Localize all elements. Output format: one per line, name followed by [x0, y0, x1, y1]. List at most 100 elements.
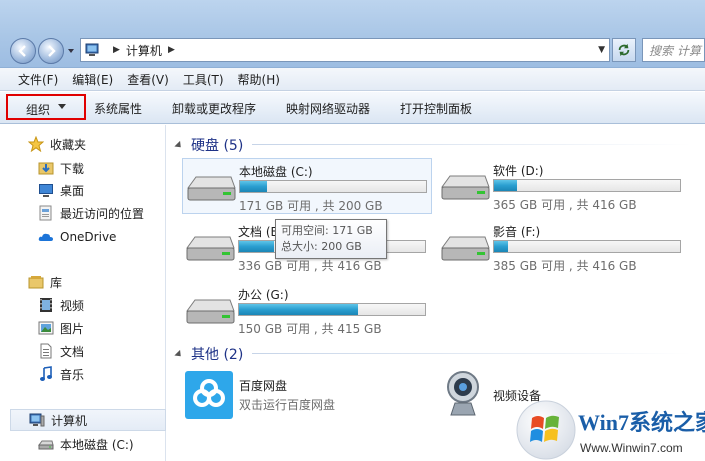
drive-name: 办公 (G:): [238, 288, 289, 302]
hard-drive-icon: [441, 236, 490, 261]
sidebar-label: 下载: [60, 161, 85, 176]
group-header-drives[interactable]: 硬盘 (5): [174, 135, 243, 155]
sidebar-item-local-disk-c[interactable]: 本地磁盘 (C:): [0, 433, 166, 455]
sidebar-label: 图片: [60, 321, 85, 336]
recent-pages-dropdown-icon[interactable]: [66, 46, 76, 56]
group-divider: [252, 353, 692, 354]
collapse-triangle-icon[interactable]: [174, 349, 184, 359]
menu-help[interactable]: 帮助(H): [238, 71, 280, 88]
drive-usage-bar: [238, 303, 426, 316]
search-input[interactable]: 搜索 计算: [642, 38, 705, 62]
sidebar-item-videos[interactable]: 视频: [0, 294, 166, 316]
breadcrumb-arrow-icon[interactable]: ▶: [113, 45, 120, 55]
drive-tile-g[interactable]: 办公 (G:) 150 GB 可用 , 共 415 GB: [182, 282, 432, 338]
open-control-panel-button[interactable]: 打开控制面板: [400, 100, 472, 117]
refresh-icon: [618, 43, 630, 57]
sidebar-label: OneDrive: [60, 230, 117, 244]
group-header-other[interactable]: 其他 (2): [174, 344, 243, 364]
uninstall-program-button[interactable]: 卸载或更改程序: [172, 100, 256, 117]
watermark-brand: Win7系统之家: [578, 410, 705, 435]
drive-usage-bar: [493, 179, 681, 192]
drive-usage-fill: [239, 241, 275, 252]
hard-drive-icon: [186, 299, 235, 324]
refresh-button[interactable]: [612, 38, 636, 62]
baidu-netdisk-item[interactable]: 百度网盘 双击运行百度网盘: [185, 369, 415, 419]
drive-space-info: 385 GB 可用 , 共 416 GB: [493, 259, 637, 273]
sidebar-label: 库: [50, 275, 63, 290]
sidebar-item-libraries[interactable]: 库: [0, 271, 166, 293]
document-icon: [40, 343, 52, 359]
group-divider: [252, 144, 692, 145]
drive-tile-f[interactable]: 影音 (F:) 385 GB 可用 , 共 416 GB: [437, 219, 687, 275]
sidebar-item-music[interactable]: 音乐: [0, 363, 166, 385]
map-network-drive-button[interactable]: 映射网络驱动器: [286, 100, 370, 117]
hard-drive-icon: [38, 440, 54, 450]
desktop-icon: [39, 184, 53, 197]
arrow-right-icon: [48, 45, 56, 57]
tooltip-free-space: 可用空间: 171 GB: [281, 224, 373, 237]
menu-edit[interactable]: 编辑(E): [72, 71, 113, 88]
breadcrumb-arrow-icon[interactable]: ▶: [168, 45, 175, 55]
drive-space-info: 150 GB 可用 , 共 415 GB: [238, 322, 382, 336]
drive-usage-bar: [239, 180, 427, 193]
win7-logo-watermark: Win7系统之家 Www.Winwin7.com: [516, 400, 705, 460]
address-dropdown-icon[interactable]: ▼: [598, 45, 605, 55]
title-bar: ▶ 计算机 ▶ ▼ 搜索 计算: [0, 0, 705, 68]
address-bar[interactable]: ▶ 计算机 ▶ ▼: [80, 38, 610, 62]
sidebar-label: 文档: [60, 344, 85, 359]
drive-usage-fill: [494, 180, 517, 191]
drive-name: 软件 (D:): [493, 164, 544, 178]
sidebar-item-computer[interactable]: 计算机: [10, 409, 166, 431]
sidebar-item-onedrive[interactable]: OneDrive: [0, 226, 166, 248]
organize-button[interactable]: 组织: [6, 94, 86, 120]
drive-space-info: 171 GB 可用 , 共 200 GB: [239, 199, 383, 213]
drive-name: 文档 (E: [238, 225, 279, 239]
film-icon: [40, 298, 52, 312]
arrow-left-icon: [18, 45, 26, 57]
star-icon: [28, 136, 44, 152]
menu-tools[interactable]: 工具(T): [183, 71, 224, 88]
drive-name: 本地磁盘 (C:): [239, 165, 313, 179]
navigation-pane: 收藏夹 下载 桌面 最近访问的位置 OneDrive 库 视频 图片 文档 音乐…: [0, 125, 166, 461]
music-note-icon: [40, 366, 52, 381]
menu-view[interactable]: 查看(V): [127, 71, 169, 88]
recent-places-icon: [39, 205, 52, 221]
drive-usage-bar: [493, 240, 681, 253]
hard-drive-icon: [441, 175, 490, 200]
drive-tile-c[interactable]: 本地磁盘 (C:) 171 GB 可用 , 共 200 GB: [182, 158, 432, 214]
computer-icon: [85, 43, 99, 56]
sidebar-item-recent-places[interactable]: 最近访问的位置: [0, 202, 166, 224]
baidu-netdisk-icon: [185, 371, 233, 419]
sidebar-label: 计算机: [51, 413, 88, 428]
picture-icon: [38, 321, 54, 335]
organize-label: 组织: [26, 103, 51, 117]
item-description: 双击运行百度网盘: [239, 398, 336, 412]
sidebar-label: 最近访问的位置: [60, 206, 145, 221]
sidebar-label: 视频: [60, 298, 85, 313]
sidebar-label: 桌面: [60, 183, 85, 198]
drive-tile-d[interactable]: 软件 (D:) 365 GB 可用 , 共 416 GB: [437, 158, 687, 214]
webcam-icon: [447, 371, 479, 416]
system-properties-button[interactable]: 系统属性: [94, 100, 142, 117]
back-button[interactable]: [10, 38, 36, 64]
computer-icon: [29, 413, 45, 427]
sidebar-item-pictures[interactable]: 图片: [0, 317, 166, 339]
sidebar-item-documents[interactable]: 文档: [0, 340, 166, 362]
drive-name: 影音 (F:): [493, 225, 541, 239]
collapse-triangle-icon[interactable]: [174, 140, 184, 150]
chevron-down-icon: [58, 104, 66, 109]
item-name: 百度网盘: [239, 379, 288, 393]
menu-file[interactable]: 文件(F): [18, 71, 58, 88]
forward-button[interactable]: [38, 38, 64, 64]
drive-usage-fill: [239, 304, 359, 315]
sidebar-label: 收藏夹: [50, 137, 87, 152]
hard-drive-icon: [187, 176, 236, 201]
menu-bar: 文件(F) 编辑(E) 查看(V) 工具(T) 帮助(H): [0, 68, 705, 91]
hard-drive-icon: [186, 236, 235, 261]
sidebar-item-favorites[interactable]: 收藏夹: [0, 133, 166, 155]
watermark-url: Www.Winwin7.com: [580, 441, 683, 455]
sidebar-item-downloads[interactable]: 下载: [0, 157, 166, 179]
drive-space-info: 365 GB 可用 , 共 416 GB: [493, 198, 637, 212]
sidebar-item-desktop[interactable]: 桌面: [0, 179, 166, 201]
breadcrumb-computer[interactable]: 计算机: [126, 42, 162, 59]
